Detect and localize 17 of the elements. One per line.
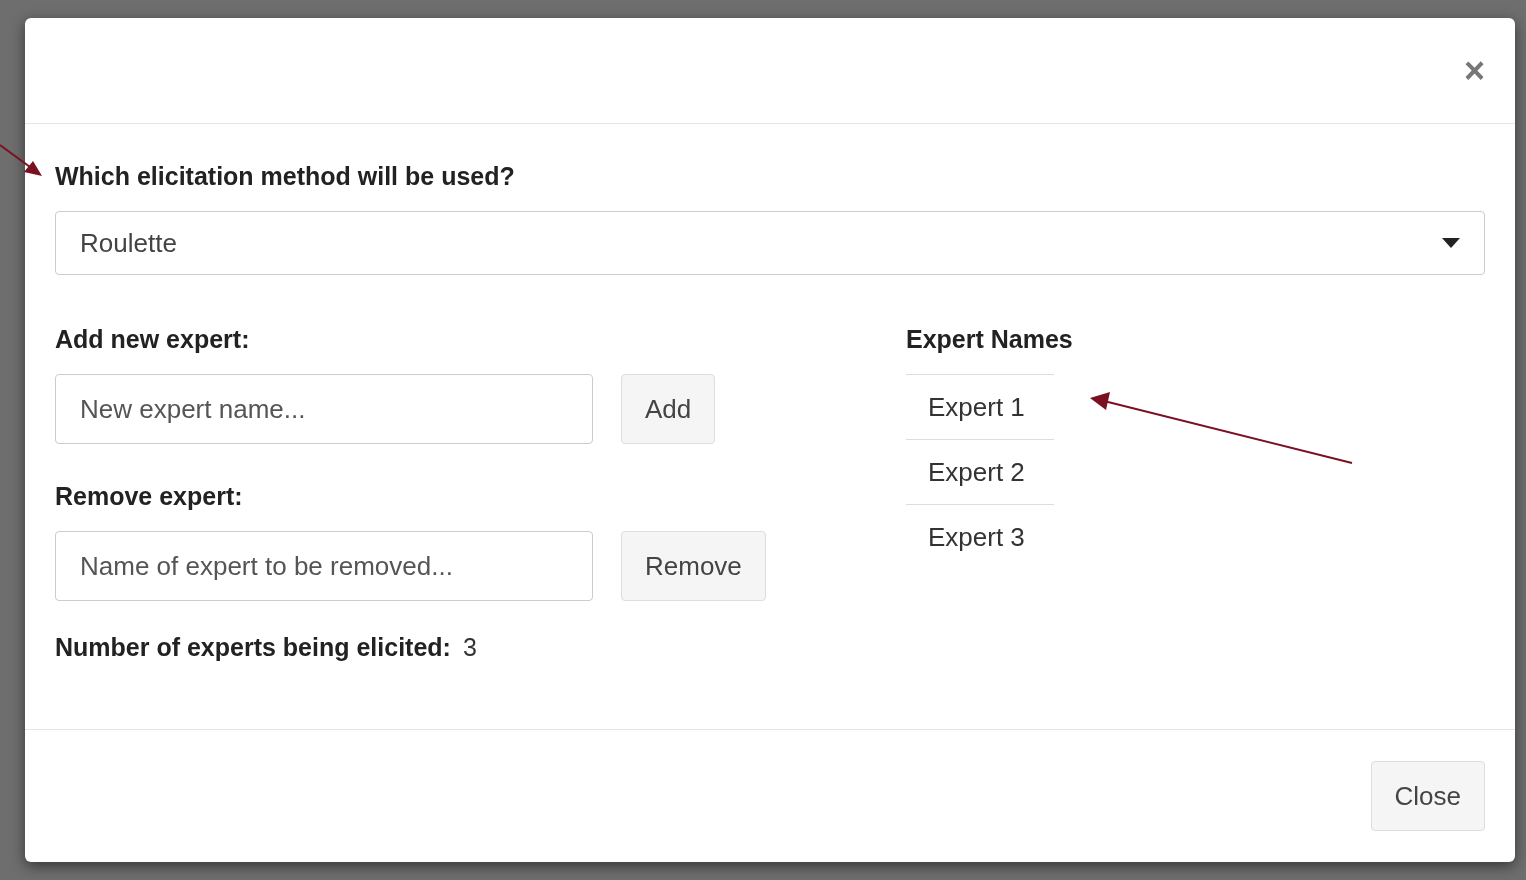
- method-dropdown[interactable]: Roulette: [55, 211, 1485, 275]
- add-button[interactable]: Add: [621, 374, 716, 444]
- expert-names-heading: Expert Names: [906, 325, 1073, 354]
- close-button[interactable]: Close: [1370, 761, 1485, 831]
- remove-button[interactable]: Remove: [621, 531, 766, 601]
- caret-icon: [1442, 238, 1460, 248]
- expert-count-label: Number of experts being elicited:: [55, 633, 451, 662]
- expert-count-value: 3: [462, 633, 477, 662]
- annotation-arrow: [0, 145, 42, 177]
- table-cell: Expert 1: [906, 374, 1054, 439]
- add-expert-label: Add new expert:: [55, 325, 251, 354]
- method-label: Which elicitation method will be used?: [55, 162, 516, 191]
- expert-name-field[interactable]: New expert name...: [55, 374, 593, 444]
- table-cell: Expert 2: [906, 439, 1054, 504]
- remove-name-field[interactable]: Name of expert to be removed...: [55, 531, 593, 601]
- table-cell: Expert 3: [906, 504, 1054, 569]
- remove-expert-label: Remove expert:: [55, 482, 244, 511]
